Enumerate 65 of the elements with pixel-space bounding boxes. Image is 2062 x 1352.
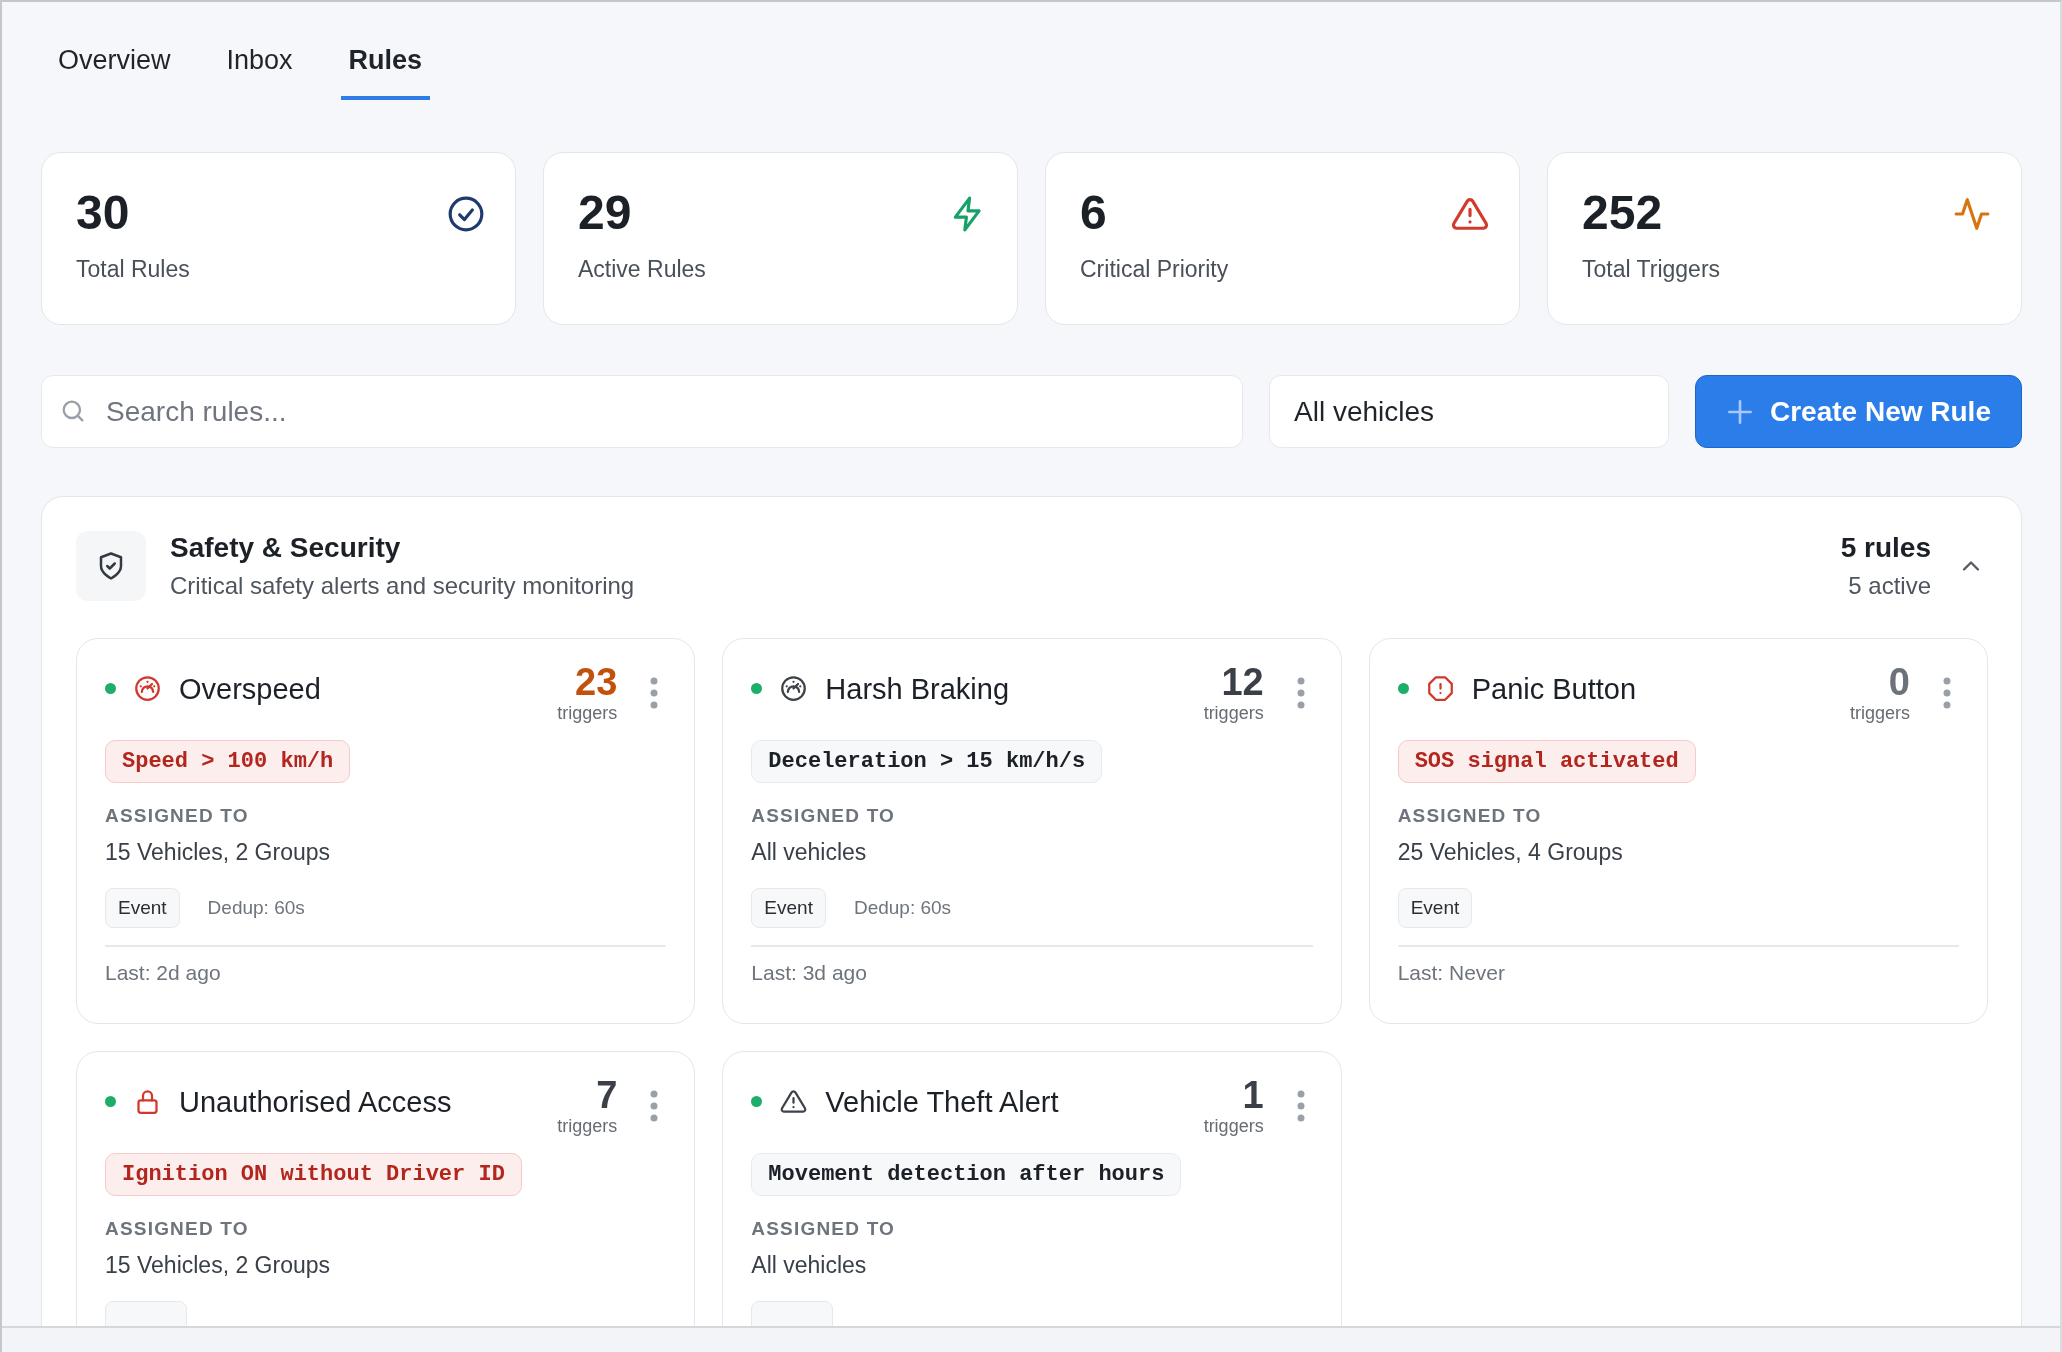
- group-title: Safety & Security: [170, 532, 402, 564]
- stat-label: Active Rules: [578, 255, 706, 283]
- rule-count: 5 rules: [1840, 532, 1931, 564]
- assigned-value: All vehicles: [751, 1251, 867, 1279]
- tab[interactable]: Rules: [340, 40, 431, 100]
- assigned-value: 15 Vehicles, 2 Groups: [105, 838, 331, 866]
- shield-icon: [76, 531, 146, 601]
- assigned-label: ASSIGNED TO: [751, 1217, 896, 1240]
- trigger-label: triggers: [1203, 702, 1264, 724]
- tab[interactable]: Overview: [50, 40, 179, 100]
- more-options-icon[interactable]: [1296, 1090, 1305, 1122]
- stat-label: Total Triggers: [1582, 255, 1721, 283]
- trigger-label: triggers: [557, 702, 618, 724]
- type-tag: Event: [105, 887, 180, 928]
- rule-name: Vehicle Theft Alert: [825, 1086, 1060, 1119]
- rule-name: Unauthorised Access: [179, 1086, 453, 1119]
- assigned-label: ASSIGNED TO: [105, 804, 249, 827]
- type-tag: Event: [751, 887, 826, 928]
- more-options-icon[interactable]: [650, 1090, 659, 1122]
- vehicle-dropdown[interactable]: All vehicles: [1269, 375, 1669, 448]
- trigger-count: 23: [575, 663, 618, 703]
- condition-code: Ignition ON without Driver ID: [105, 1152, 522, 1196]
- condition-code: SOS signal activated: [1397, 739, 1696, 783]
- assigned-label: ASSIGNED TO: [105, 1217, 249, 1240]
- assigned-value: 15 Vehicles, 2 Groups: [105, 1251, 331, 1279]
- last-triggered: Last: 3d ago: [751, 960, 867, 984]
- assigned-label: ASSIGNED TO: [1397, 804, 1542, 827]
- stat-value: 6: [1080, 187, 1108, 240]
- stat-label: Total Rules: [76, 255, 190, 283]
- more-options-icon[interactable]: [650, 677, 659, 709]
- trigger-count: 0: [1888, 663, 1910, 703]
- trigger-label: triggers: [1849, 702, 1910, 724]
- condition-code: Movement detection after hours: [751, 1152, 1182, 1196]
- assigned-value: 25 Vehicles, 4 Groups: [1397, 838, 1623, 866]
- stat-label: Critical Priority: [1080, 255, 1229, 283]
- check-circle-icon: [447, 195, 485, 233]
- rule-name: Overspeed: [179, 673, 322, 706]
- pulse-icon: [1953, 195, 1991, 233]
- tab[interactable]: Inbox: [218, 40, 301, 100]
- assigned-label: ASSIGNED TO: [751, 804, 896, 827]
- type-tag: Event: [1397, 887, 1473, 928]
- dedup-text: Dedup: 60s: [853, 896, 952, 919]
- rule-name: Panic Button: [1471, 673, 1638, 706]
- group-description: Critical safety alerts and security monitoring: [170, 572, 636, 600]
- active-count: 5 active: [1848, 572, 1931, 600]
- condition-code: Deceleration > 15 km/h/s: [751, 739, 1103, 783]
- create-rule-button[interactable]: Create New Rule: [1695, 375, 2022, 448]
- trigger-label: triggers: [1203, 1115, 1264, 1137]
- last-triggered: Last: 2d ago: [105, 960, 221, 984]
- trigger-count: 12: [1221, 663, 1264, 703]
- trigger-count: 1: [1242, 1076, 1264, 1116]
- dedup-text: Dedup: 60s: [207, 896, 305, 919]
- rule-name: Harsh Braking: [825, 673, 1011, 706]
- more-options-icon[interactable]: [1943, 677, 1951, 709]
- last-triggered: Last: Never: [1397, 960, 1506, 984]
- trigger-label: triggers: [557, 1115, 618, 1137]
- more-options-icon[interactable]: [1296, 677, 1305, 709]
- condition-code: Speed > 100 km/h: [105, 739, 351, 783]
- stat-value: 30: [76, 187, 131, 240]
- search-field[interactable]: Search rules...: [41, 375, 1243, 448]
- warning-icon: [1451, 195, 1489, 233]
- stat-value: 252: [1582, 187, 1664, 240]
- assigned-value: All vehicles: [751, 838, 867, 866]
- stat-value: 29: [578, 187, 633, 240]
- trigger-count: 7: [596, 1076, 618, 1116]
